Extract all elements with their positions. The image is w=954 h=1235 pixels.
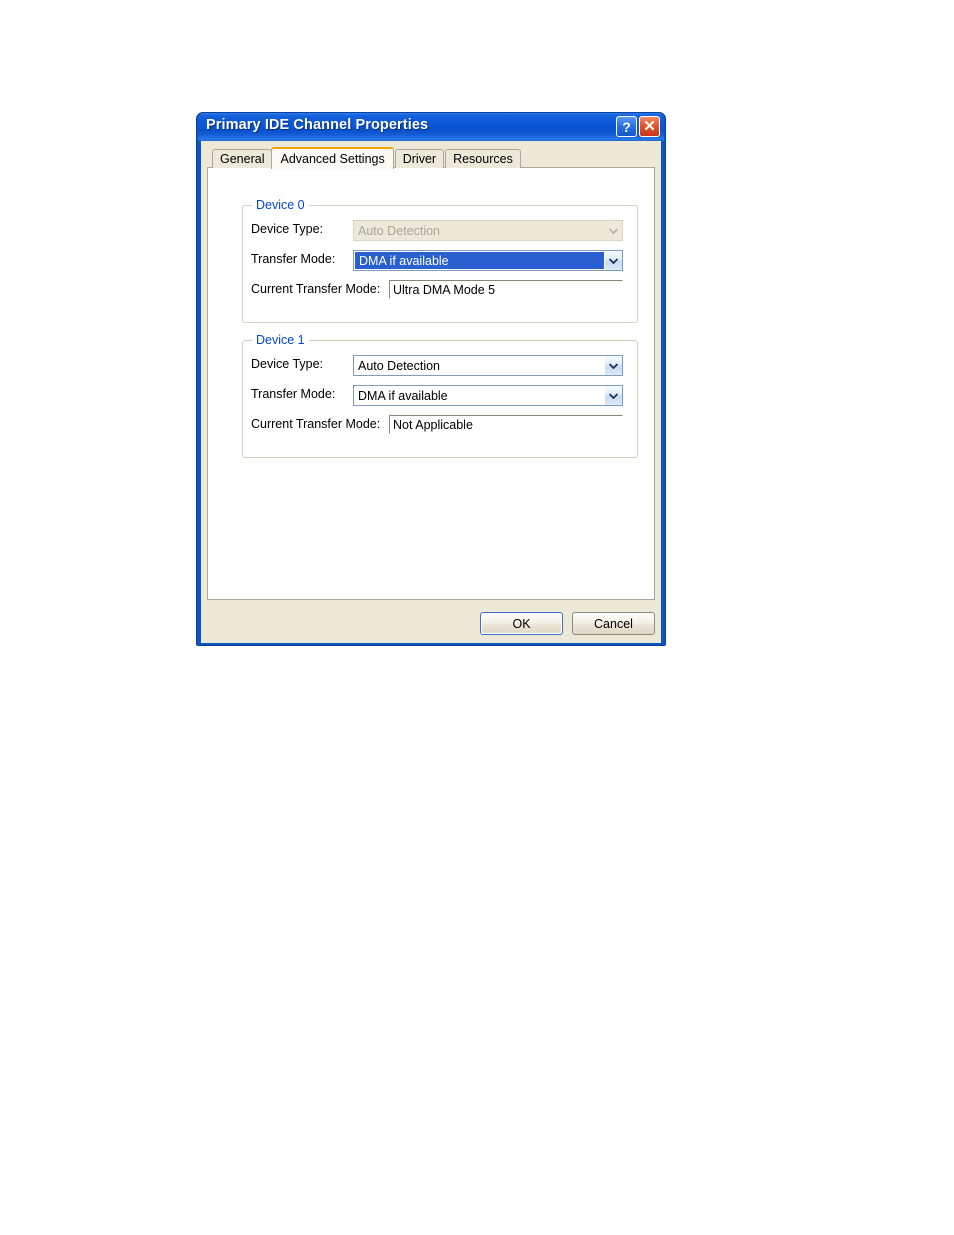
tab-driver[interactable]: Driver — [394, 149, 445, 168]
close-icon[interactable]: ✕ — [639, 116, 660, 137]
device-0-transfer-mode-combobox[interactable]: DMA if available — [353, 250, 623, 271]
device-0-current-transfer-mode-row: Current Transfer Mode: Ultra DMA Mode 5 — [243, 280, 637, 301]
dialog-footer: OK Cancel — [480, 612, 655, 635]
tab-general[interactable]: General — [212, 149, 273, 168]
device-0-device-type-combobox: Auto Detection — [353, 220, 623, 241]
help-glyph: ? — [622, 118, 631, 135]
chevron-down-icon[interactable] — [604, 386, 622, 405]
device-1-current-transfer-mode-label: Current Transfer Mode: — [251, 417, 381, 431]
dialog-client-area: General Advanced Settings Driver Resourc… — [201, 141, 661, 643]
device-1-transfer-mode-combobox[interactable]: DMA if available — [353, 385, 623, 406]
chevron-down-icon[interactable] — [604, 356, 622, 375]
device-0-transfer-mode-row: Transfer Mode: DMA if available — [243, 250, 637, 271]
device-0-current-transfer-mode-value: Ultra DMA Mode 5 — [389, 280, 623, 299]
device-0-current-transfer-mode-label: Current Transfer Mode: — [251, 282, 381, 296]
device-0-transfer-mode-value: DMA if available — [355, 252, 604, 269]
device-1-device-type-row: Device Type: Auto Detection — [243, 355, 637, 376]
device-0-device-type-row: Device Type: Auto Detection — [243, 220, 637, 241]
ok-button[interactable]: OK — [480, 612, 563, 635]
device-0-device-type-label: Device Type: — [251, 222, 324, 236]
tab-advanced-settings[interactable]: Advanced Settings — [271, 147, 394, 169]
device-0-group: Device 0 Device Type: Auto Detection Tra… — [242, 198, 638, 323]
tab-strip: General Advanced Settings Driver Resourc… — [212, 147, 655, 169]
device-0-transfer-mode-label: Transfer Mode: — [251, 252, 336, 266]
chevron-down-icon[interactable] — [604, 251, 622, 270]
device-1-device-type-combobox[interactable]: Auto Detection — [353, 355, 623, 376]
device-1-transfer-mode-label: Transfer Mode: — [251, 387, 336, 401]
device-1-device-type-value: Auto Detection — [354, 356, 604, 375]
device-1-legend: Device 1 — [252, 333, 309, 347]
device-1-transfer-mode-value: DMA if available — [354, 386, 604, 405]
device-1-device-type-label: Device Type: — [251, 357, 324, 371]
cancel-button[interactable]: Cancel — [572, 612, 655, 635]
advanced-settings-tab-page: Device 0 Device Type: Auto Detection Tra… — [207, 167, 655, 600]
device-0-device-type-value: Auto Detection — [354, 221, 605, 240]
tab-resources[interactable]: Resources — [445, 149, 521, 168]
device-1-current-transfer-mode-value: Not Applicable — [389, 415, 623, 434]
help-icon[interactable]: ? — [616, 116, 637, 137]
device-0-legend: Device 0 — [252, 198, 309, 212]
properties-dialog-window: Primary IDE Channel Properties ? ✕ Gener… — [196, 112, 666, 646]
title-bar[interactable]: Primary IDE Channel Properties ? ✕ — [198, 113, 664, 141]
window-title: Primary IDE Channel Properties — [206, 117, 429, 133]
device-1-current-transfer-mode-row: Current Transfer Mode: Not Applicable — [243, 415, 637, 436]
chevron-down-icon — [605, 221, 622, 240]
close-glyph: ✕ — [643, 118, 656, 135]
device-1-group: Device 1 Device Type: Auto Detection Tra… — [242, 333, 638, 458]
device-1-transfer-mode-row: Transfer Mode: DMA if available — [243, 385, 637, 406]
title-bar-buttons: ? ✕ — [616, 116, 660, 137]
